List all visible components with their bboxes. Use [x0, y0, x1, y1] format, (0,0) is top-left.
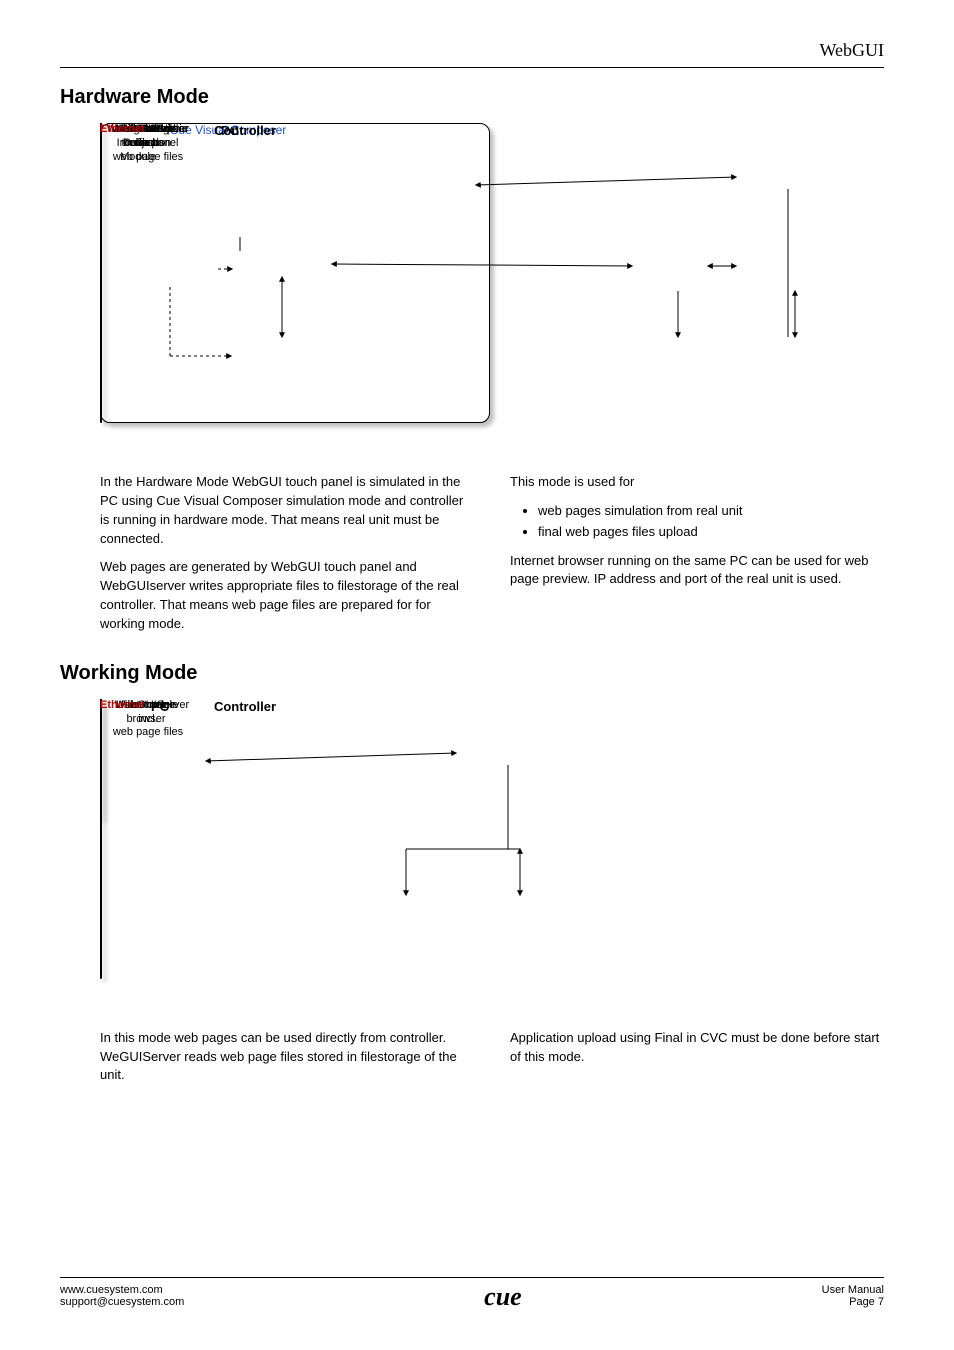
wm-arrows	[100, 699, 660, 989]
hm-p1: In the Hardware Mode WebGUI touch panel …	[100, 473, 474, 548]
pc-box	[100, 123, 490, 423]
hm-b2: final web pages files upload	[538, 523, 884, 542]
working-mode-diagram: PC Internet browser Controller WebGUISer…	[100, 699, 884, 999]
footer-left: www.cuesystem.com support@cuesystem.com	[60, 1284, 184, 1308]
footer-right: User Manual Page 7	[822, 1284, 884, 1308]
page-header: WebGUI	[60, 40, 884, 68]
working-mode-heading: Working Mode	[60, 662, 884, 685]
wm-col-left: In this mode web pages can be used direc…	[100, 1029, 474, 1096]
hm-b1: web pages simulation from real unit	[538, 502, 884, 521]
hm-p2: Web pages are generated by WebGUI touch …	[100, 558, 474, 633]
wm-p1: In this mode web pages can be used direc…	[100, 1029, 474, 1086]
ethernet-label-2: Ethernet	[100, 123, 145, 135]
hardware-mode-text: In the Hardware Mode WebGUI touch panel …	[100, 473, 884, 644]
hm-p3: This mode is used for	[510, 473, 884, 492]
wm-ethernet-label: Ethernet	[100, 699, 145, 711]
wm-p2: Application upload using Final in CVC mu…	[510, 1029, 884, 1067]
col-left: In the Hardware Mode WebGUI touch panel …	[100, 473, 474, 644]
col-right: This mode is used for web pages simulati…	[510, 473, 884, 644]
footer-manual: User Manual	[822, 1284, 884, 1296]
footer-page: Page 7	[822, 1296, 884, 1308]
hardware-mode-diagram: PC Cue Visual Composer WebGUI touch pane…	[100, 123, 884, 443]
footer-logo: cue	[484, 1284, 522, 1310]
hardware-mode-heading: Hardware Mode	[60, 86, 884, 109]
page-footer: www.cuesystem.com support@cuesystem.com …	[60, 1277, 884, 1310]
hm-bullets: web pages simulation from real unit fina…	[538, 502, 884, 542]
footer-email: support@cuesystem.com	[60, 1296, 184, 1308]
footer-url: www.cuesystem.com	[60, 1284, 184, 1296]
working-mode-text: In this mode web pages can be used direc…	[100, 1029, 884, 1096]
wm-col-right: Application upload using Final in CVC mu…	[510, 1029, 884, 1096]
hm-p4: Internet browser running on the same PC …	[510, 552, 884, 590]
